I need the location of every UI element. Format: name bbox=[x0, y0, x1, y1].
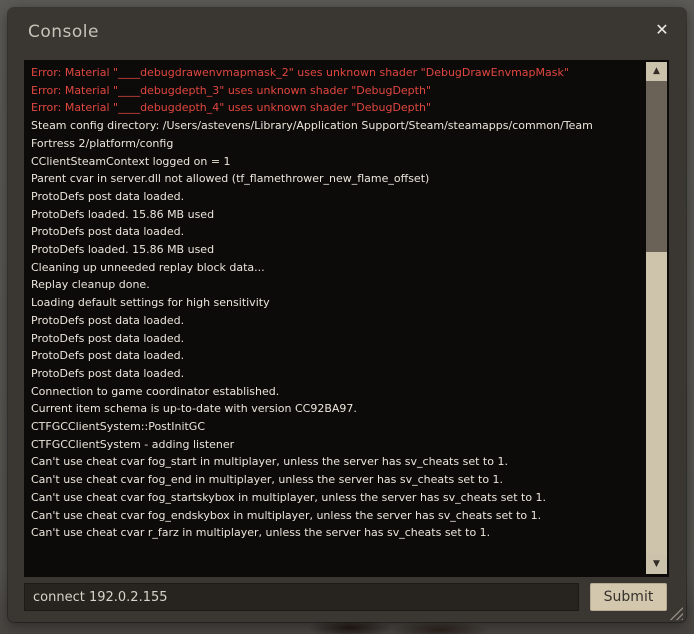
console-line: ProtoDefs post data loaded. bbox=[31, 312, 647, 330]
scroll-up-button[interactable]: ▲ bbox=[646, 62, 667, 81]
console-line: CTFGCClientSystem::PostInitGC bbox=[31, 418, 647, 436]
console-line: Replay cleanup done. bbox=[31, 276, 647, 294]
console-line: ProtoDefs post data loaded. bbox=[31, 223, 647, 241]
command-input[interactable] bbox=[24, 583, 579, 611]
close-icon[interactable]: ✕ bbox=[652, 20, 672, 40]
console-line: Can't use cheat cvar fog_endskybox in mu… bbox=[31, 507, 647, 525]
scroll-down-button[interactable]: ▼ bbox=[646, 555, 667, 574]
scrollbar-track[interactable] bbox=[646, 81, 667, 555]
console-line: ProtoDefs loaded. 15.86 MB used bbox=[31, 206, 647, 224]
scrollbar[interactable]: ▲ ▼ bbox=[646, 62, 667, 574]
game-background: Console ✕ Error: Material "____debugdraw… bbox=[0, 0, 694, 634]
window-title: Console bbox=[28, 22, 99, 42]
scrollbar-thumb[interactable] bbox=[646, 252, 667, 555]
console-line: Can't use cheat cvar r_farz in multiplay… bbox=[31, 524, 647, 542]
console-window: Console ✕ Error: Material "____debugdraw… bbox=[8, 8, 686, 622]
console-line: ProtoDefs post data loaded. bbox=[31, 330, 647, 348]
console-output[interactable]: Error: Material "____debugdrawenvmapmask… bbox=[24, 60, 669, 577]
console-line: Parent cvar in server.dll not allowed (t… bbox=[31, 170, 647, 188]
console-line: Steam config directory: /Users/astevens/… bbox=[31, 117, 647, 135]
console-line: Can't use cheat cvar fog_startskybox in … bbox=[31, 489, 647, 507]
console-line: ProtoDefs loaded. 15.86 MB used bbox=[31, 241, 647, 259]
console-line: Error: Material "____debugdepth_3" uses … bbox=[31, 82, 647, 100]
submit-button[interactable]: Submit bbox=[590, 583, 667, 611]
console-line: Fortress 2/platform/config bbox=[31, 135, 647, 153]
console-line: Cleaning up unneeded replay block data..… bbox=[31, 259, 647, 277]
arrow-up-icon: ▲ bbox=[653, 66, 660, 76]
console-line: CClientSteamContext logged on = 1 bbox=[31, 153, 647, 171]
console-line: CTFGCClientSystem - adding listener bbox=[31, 436, 647, 454]
console-line: ProtoDefs post data loaded. bbox=[31, 365, 647, 383]
console-line: Current item schema is up-to-date with v… bbox=[31, 400, 647, 418]
console-line: ProtoDefs post data loaded. bbox=[31, 188, 647, 206]
console-line: ProtoDefs post data loaded. bbox=[31, 347, 647, 365]
console-line: Can't use cheat cvar fog_end in multipla… bbox=[31, 471, 647, 489]
titlebar[interactable]: Console ✕ bbox=[8, 8, 686, 60]
console-line: Connection to game coordinator establish… bbox=[31, 383, 647, 401]
console-lines: Error: Material "____debugdrawenvmapmask… bbox=[24, 60, 647, 542]
console-line: Error: Material "____debugdepth_4" uses … bbox=[31, 99, 647, 117]
resize-grip[interactable] bbox=[668, 607, 683, 620]
console-line: Loading default settings for high sensit… bbox=[31, 294, 647, 312]
command-row: Submit bbox=[24, 583, 670, 611]
console-line: Error: Material "____debugdrawenvmapmask… bbox=[31, 64, 647, 82]
console-line: Can't use cheat cvar fog_start in multip… bbox=[31, 453, 647, 471]
arrow-down-icon: ▼ bbox=[653, 559, 660, 569]
